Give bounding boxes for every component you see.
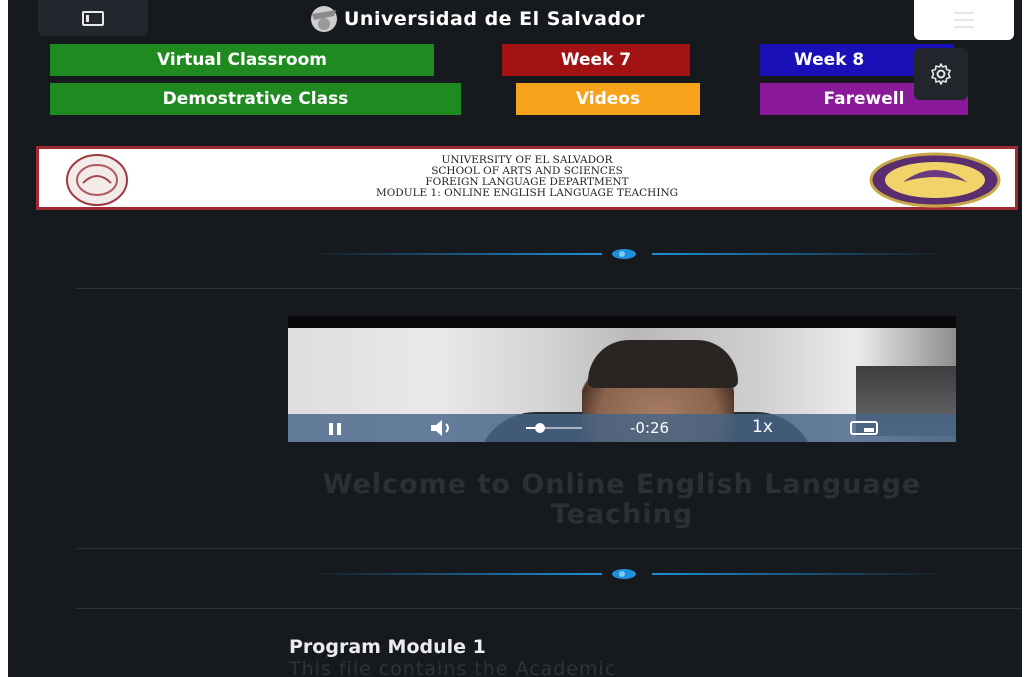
nav-button-label: Demostrative Class bbox=[162, 89, 349, 109]
section-divider bbox=[302, 569, 952, 579]
video-player[interactable]: -0:26 1x bbox=[288, 316, 956, 442]
site-title: Universidad de El Salvador bbox=[344, 8, 646, 30]
nav-virtual-classroom-button[interactable]: Virtual Classroom bbox=[50, 44, 434, 76]
playback-speed-button[interactable]: 1x bbox=[752, 417, 773, 437]
nav-videos-button[interactable]: Videos bbox=[516, 83, 700, 115]
department-seal-icon bbox=[869, 152, 1001, 208]
hamburger-menu-icon bbox=[954, 12, 974, 28]
banner-text: UNIVERSITY OF EL SALVADOR SCHOOL OF ARTS… bbox=[239, 155, 815, 199]
video-controls: -0:26 1x bbox=[288, 414, 956, 442]
nav-week-7-button[interactable]: Week 7 bbox=[502, 44, 690, 76]
sidebar-toggle-icon bbox=[82, 10, 104, 26]
picture-in-picture-icon[interactable] bbox=[850, 421, 878, 435]
settings-button[interactable] bbox=[914, 48, 968, 100]
time-remaining: -0:26 bbox=[630, 419, 670, 437]
volume-icon[interactable] bbox=[430, 420, 456, 436]
horizontal-rule bbox=[76, 608, 1022, 609]
welcome-heading: Welcome to Online English Language Teach… bbox=[322, 469, 922, 530]
module-title[interactable]: Program Module 1 bbox=[289, 636, 486, 658]
volume-slider[interactable] bbox=[526, 422, 582, 434]
site-brand[interactable]: Universidad de El Salvador bbox=[306, 0, 645, 38]
nav-demostrative-class-button[interactable]: Demostrative Class bbox=[50, 83, 461, 115]
sidebar-toggle-button[interactable] bbox=[38, 0, 148, 36]
pause-icon[interactable] bbox=[328, 422, 342, 436]
gear-icon bbox=[931, 63, 951, 85]
module-description: This file contains the Academic bbox=[289, 658, 617, 677]
video-subject-hair bbox=[588, 340, 738, 388]
banner-line: MODULE 1: ONLINE ENGLISH LANGUAGE TEACHI… bbox=[375, 187, 679, 199]
menu-button[interactable] bbox=[914, 0, 1014, 40]
nav-button-label: Videos bbox=[575, 89, 641, 109]
horizontal-rule bbox=[76, 288, 1022, 289]
section-divider bbox=[302, 249, 952, 259]
nav-button-label: Week 8 bbox=[794, 50, 865, 70]
app-screen: Universidad de El Salvador Virtual Class… bbox=[8, 0, 1022, 677]
nav-button-label: Week 7 bbox=[560, 50, 632, 70]
nav-button-label: Virtual Classroom bbox=[157, 50, 327, 70]
university-logo-icon bbox=[311, 6, 337, 32]
university-seal-icon bbox=[66, 154, 128, 206]
horizontal-rule bbox=[76, 548, 1022, 549]
module-banner: UNIVERSITY OF EL SALVADOR SCHOOL OF ARTS… bbox=[36, 146, 1018, 210]
nav-button-label: Farewell bbox=[823, 89, 905, 109]
